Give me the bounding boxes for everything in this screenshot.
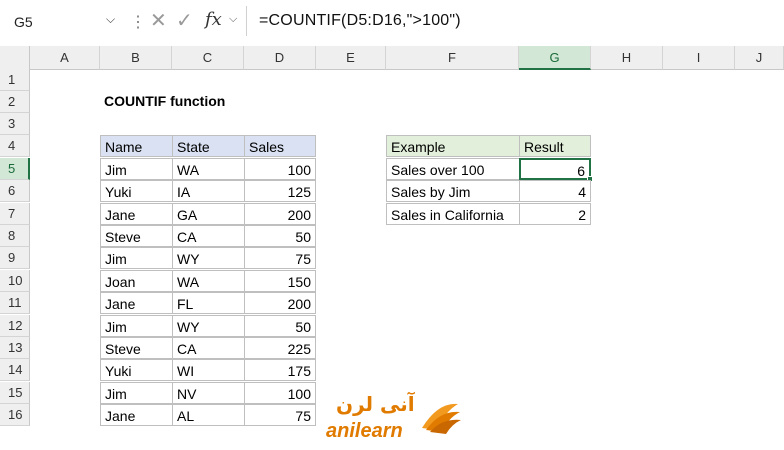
table-cell[interactable]: Jane [100,203,173,225]
table-cell[interactable]: Steve [100,225,173,247]
table-cell[interactable]: Sales by Jim [386,180,520,202]
column-header-b[interactable]: B [100,46,172,70]
logo-text: anilearn [326,420,403,442]
data-header-name[interactable]: Name [100,135,173,157]
page-title: COUNTIF function [104,93,226,109]
table-cell[interactable]: 175 [244,359,316,381]
column-header-j[interactable]: J [735,46,784,70]
table-cell[interactable]: 200 [244,203,316,225]
table-cell[interactable]: 50 [244,225,316,247]
insert-function-button[interactable]: fx [205,9,222,30]
table-cell[interactable]: Yuki [100,180,173,202]
row-header-13[interactable]: 13 [0,337,30,359]
row-header-4[interactable]: 4 [0,135,30,157]
row-header-14[interactable]: 14 [0,359,30,381]
table-cell[interactable]: Joan [100,270,173,292]
row-header-8[interactable]: 8 [0,225,30,247]
table-cell[interactable]: 225 [244,337,316,359]
formula-input[interactable]: =COUNTIF(D5:D16,">100") [246,6,784,36]
anilearn-logo: آنی لرن anilearn [326,392,476,444]
logo-arabic-text: آنی لرن [336,392,415,416]
active-cell[interactable]: 6 [519,158,591,180]
table-cell[interactable]: Jane [100,292,173,314]
table-cell[interactable]: Jane [100,404,173,426]
table-cell[interactable]: CA [172,337,245,359]
column-header-f[interactable]: F [386,46,519,70]
results-header-example[interactable]: Example [386,135,520,157]
table-cell[interactable]: 50 [244,315,316,337]
table-cell[interactable]: FL [172,292,245,314]
column-header-d[interactable]: D [244,46,316,70]
table-cell[interactable]: WY [172,315,245,337]
row-header-12[interactable]: 12 [0,315,30,337]
table-cell[interactable]: 2 [519,203,591,225]
row-header-7[interactable]: 7 [0,203,30,225]
table-cell[interactable]: Sales in California [386,203,520,225]
row-header-6[interactable]: 6 [0,180,30,202]
cancel-icon[interactable]: ✕ [150,8,167,33]
row-header-2[interactable]: 2 [0,91,30,113]
formula-text: =COUNTIF(D5:D16,">100") [259,12,461,29]
table-cell[interactable]: 100 [244,158,316,180]
row-header-15[interactable]: 15 [0,382,30,404]
column-header-e[interactable]: E [316,46,386,70]
row-header-11[interactable]: 11 [0,292,30,314]
column-header-a[interactable]: A [30,46,100,70]
chevron-down-icon[interactable]: ⌵ [106,12,115,27]
data-header-sales[interactable]: Sales [244,135,316,157]
results-header-result[interactable]: Result [519,135,591,157]
table-cell[interactable]: 150 [244,270,316,292]
row-header-5[interactable]: 5 [0,158,30,180]
table-cell[interactable]: Steve [100,337,173,359]
table-cell[interactable]: WA [172,158,245,180]
table-cell[interactable]: WA [172,270,245,292]
column-header-c[interactable]: C [172,46,244,70]
table-cell[interactable]: AL [172,404,245,426]
table-cell[interactable]: WI [172,359,245,381]
table-cell[interactable]: 4 [519,180,591,202]
row-header-3[interactable]: 3 [0,113,30,135]
chevron-down-icon[interactable]: ⌵ [229,13,237,26]
more-options-icon[interactable]: ⋮ [130,12,146,32]
row-header-9[interactable]: 9 [0,247,30,269]
column-header-h[interactable]: H [591,46,663,70]
table-cell[interactable]: 75 [244,404,316,426]
table-cell[interactable]: CA [172,225,245,247]
table-cell[interactable]: Jim [100,382,173,404]
data-header-state[interactable]: State [172,135,245,157]
enter-icon[interactable]: ✓ [176,8,193,33]
select-all-corner[interactable] [0,46,30,70]
row-header-1[interactable]: 1 [0,69,30,91]
table-cell[interactable]: NV [172,382,245,404]
table-cell[interactable]: GA [172,203,245,225]
table-cell[interactable]: Jim [100,247,173,269]
name-box-value: G5 [14,14,33,30]
formula-bar: G5 ⌵ ⋮ ✕ ✓ fx ⌵ =COUNTIF(D5:D16,">100") [0,0,784,44]
table-cell[interactable]: Jim [100,315,173,337]
table-cell[interactable]: 100 [244,382,316,404]
table-cell[interactable]: 125 [244,180,316,202]
row-header-10[interactable]: 10 [0,270,30,292]
column-header-i[interactable]: I [663,46,735,70]
table-cell[interactable]: Sales over 100 [386,158,520,180]
table-cell[interactable]: 75 [244,247,316,269]
row-header-16[interactable]: 16 [0,404,30,426]
table-cell[interactable]: IA [172,180,245,202]
name-box[interactable]: G5 ⌵ [14,10,126,34]
table-cell[interactable]: Jim [100,158,173,180]
table-cell[interactable]: WY [172,247,245,269]
column-header-g[interactable]: G [519,46,591,70]
table-cell[interactable]: Yuki [100,359,173,381]
table-cell[interactable]: 200 [244,292,316,314]
book-icon [422,403,461,434]
